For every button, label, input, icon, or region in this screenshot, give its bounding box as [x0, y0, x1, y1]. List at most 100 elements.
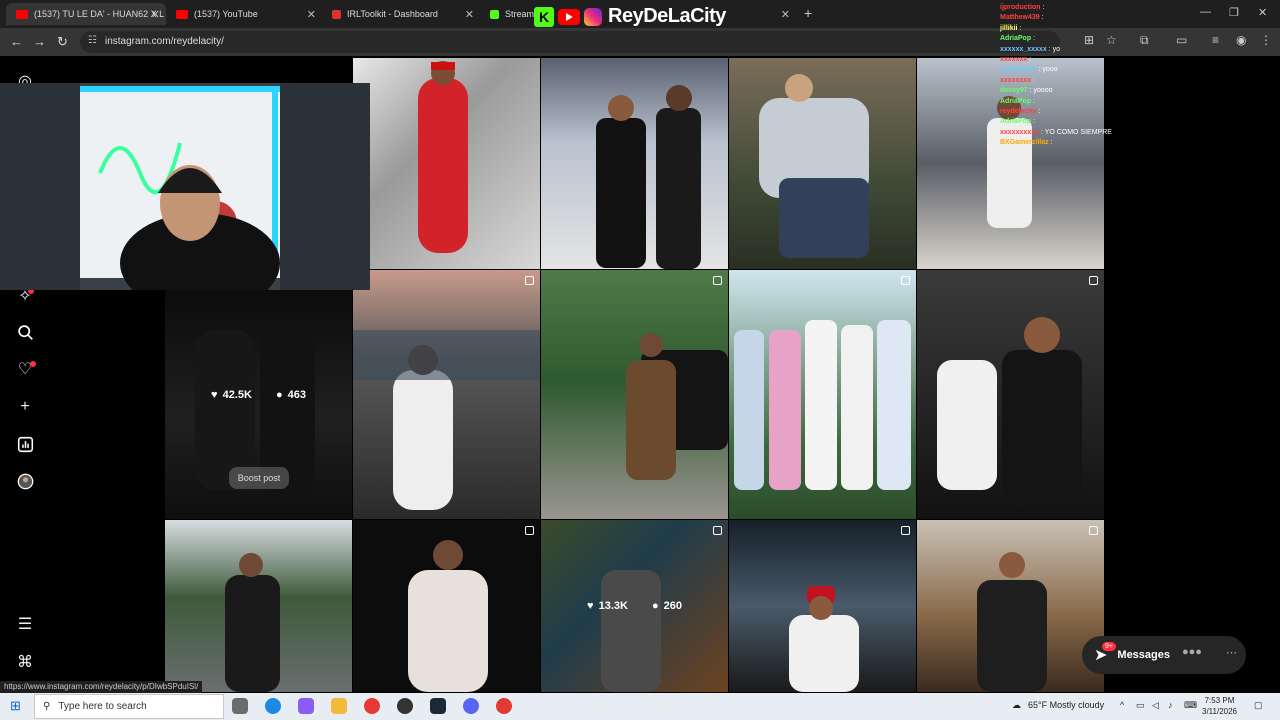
- maximize-button[interactable]: ❐: [1229, 6, 1239, 19]
- file-explorer-icon[interactable]: [331, 698, 347, 714]
- chat-separator: :: [1031, 35, 1036, 43]
- windows-start-icon[interactable]: ⊞: [10, 698, 21, 714]
- post-thumbnail[interactable]: [353, 270, 540, 519]
- post-thumbnail[interactable]: [165, 520, 352, 692]
- youtube-icon: [16, 9, 28, 19]
- back-button[interactable]: ←: [10, 34, 23, 49]
- obs-icon[interactable]: [397, 698, 413, 714]
- chat-username: Matthew439: [1000, 14, 1040, 22]
- copilot-icon[interactable]: [298, 698, 314, 714]
- site-info-icon[interactable]: ☷: [88, 35, 97, 46]
- volume-icon[interactable]: ◁: [1152, 700, 1159, 711]
- comment-icon: ●: [651, 600, 659, 612]
- comment-icon: ●: [275, 388, 283, 401]
- speaker-icon[interactable]: ♪: [1168, 700, 1173, 710]
- tab-3[interactable]: IRLToolkit - Dashboard ✕: [322, 3, 480, 25]
- task-view-icon[interactable]: [232, 698, 248, 714]
- tab-title: Stream: [505, 9, 535, 19]
- chat-line: AdriaPop :: [1000, 117, 1200, 127]
- chat-username: dxvay97: [1000, 87, 1028, 95]
- messages-badge: 9+: [1102, 642, 1116, 651]
- chrome-active-icon[interactable]: [496, 698, 512, 714]
- chat-username: jillikii: [1000, 24, 1018, 32]
- window-close-button[interactable]: ✕: [1258, 6, 1267, 19]
- discord-icon[interactable]: [463, 698, 479, 714]
- post-thumbnail[interactable]: [917, 520, 1104, 692]
- kick-icon: [490, 9, 499, 19]
- taskbar-search-input[interactable]: ⚲ Type here to search: [34, 694, 224, 719]
- reload-button[interactable]: ↻: [57, 34, 68, 50]
- chat-line: jillikii :: [1000, 24, 1200, 34]
- chat-separator: :: [1031, 76, 1036, 84]
- menu-icon[interactable]: ⋮: [1260, 33, 1272, 47]
- network-icon[interactable]: ▭: [1136, 700, 1145, 711]
- chat-separator: :: [1048, 139, 1053, 147]
- keyboard-icon[interactable]: ⌨: [1184, 700, 1197, 711]
- chrome-icon[interactable]: [364, 698, 380, 714]
- post-thumbnail[interactable]: [729, 58, 916, 269]
- weather-text[interactable]: 65°F Mostly cloudy: [1028, 700, 1104, 710]
- edge-icon[interactable]: [265, 698, 281, 714]
- chat-separator: :: [1040, 4, 1045, 11]
- youtube-logo-icon: [558, 8, 580, 25]
- brand-name: ReyDeLaCity: [608, 5, 726, 27]
- search-icon[interactable]: [15, 322, 35, 342]
- chat-username: AdriaPop: [1000, 35, 1032, 43]
- more-icon[interactable]: ⋯: [1226, 646, 1237, 659]
- post-thumbnail-hovered[interactable]: ♥ 42.5K ● 463 Boost post: [165, 270, 352, 519]
- tab-2[interactable]: (1537) YouTube ✕: [166, 3, 322, 25]
- chat-line: Jeankokoo : yooo: [1000, 65, 1200, 75]
- minimize-button[interactable]: —: [1200, 6, 1211, 18]
- post-thumbnail[interactable]: [353, 58, 540, 269]
- messages-button[interactable]: ➤ 9+ Messages ●●● ⋯: [1082, 636, 1246, 674]
- also-from-meta-icon[interactable]: ⌘: [15, 652, 35, 672]
- post-thumbnail[interactable]: [541, 270, 728, 519]
- tray-chevron-icon[interactable]: ^: [1120, 700, 1124, 710]
- messages-label: Messages: [1117, 649, 1170, 661]
- url-text: instagram.com/reydelacity/: [105, 36, 224, 47]
- close-icon[interactable]: ✕: [781, 8, 790, 21]
- heart-filled-icon: ♥: [587, 600, 594, 612]
- chat-line: BXGamerzillaz :: [1000, 138, 1200, 148]
- boost-post-button[interactable]: Boost post: [229, 467, 289, 489]
- media-icon[interactable]: ≡: [1212, 33, 1219, 47]
- steam-icon[interactable]: [430, 698, 446, 714]
- post-thumbnail[interactable]: [917, 270, 1104, 519]
- post-thumbnail-hovered[interactable]: ♥ 13.3K ● 260: [541, 520, 728, 692]
- post-thumbnail[interactable]: [353, 520, 540, 692]
- instagram-logo-icon: [584, 7, 602, 26]
- carousel-icon: [525, 526, 534, 535]
- tab-title: IRLToolkit - Dashboard: [347, 9, 438, 19]
- chat-message: yo: [1052, 45, 1060, 53]
- chat-separator: :: [1036, 108, 1041, 116]
- notifications-icon[interactable]: ▢: [1254, 700, 1263, 711]
- carousel-icon: [1089, 276, 1098, 285]
- clock[interactable]: 7:53 PM 3/11/2026: [1202, 695, 1237, 717]
- more-menu-icon[interactable]: ☰: [15, 614, 35, 634]
- create-icon[interactable]: +: [15, 397, 35, 417]
- new-tab-button[interactable]: +: [804, 5, 812, 21]
- post-thumbnail[interactable]: [729, 520, 916, 692]
- chat-line: AdriaPop :: [1000, 97, 1200, 107]
- weather-icon: ☁: [1012, 700, 1021, 710]
- search-icon: ⚲: [43, 701, 51, 712]
- close-icon[interactable]: ✕: [307, 8, 316, 21]
- likes-count: 42.5K: [222, 388, 252, 401]
- profile-icon[interactable]: ◉: [1236, 33, 1246, 47]
- url-field[interactable]: ☷ instagram.com/reydelacity/: [80, 31, 1060, 53]
- forward-button[interactable]: →: [33, 34, 46, 49]
- close-icon[interactable]: ✕: [465, 8, 474, 21]
- activity-dot: [30, 361, 36, 367]
- close-icon[interactable]: ✕: [151, 8, 160, 21]
- profile-avatar-icon[interactable]: [15, 471, 35, 491]
- dashboard-icon[interactable]: [15, 434, 35, 454]
- chat-username: xxxxxxxx: [1000, 76, 1032, 84]
- date-text: 3/11/2026: [1202, 707, 1237, 716]
- chat-line: ijproduction :: [1000, 3, 1200, 13]
- post-thumbnail[interactable]: [729, 270, 916, 519]
- comments-count: 260: [663, 600, 682, 612]
- tab-1[interactable]: (1537) TU LE DA' - HUAN62 X L ✕: [6, 3, 166, 25]
- carousel-icon: [525, 276, 534, 285]
- post-thumbnail[interactable]: [541, 58, 728, 269]
- chat-line: Matthew439 :: [1000, 13, 1200, 23]
